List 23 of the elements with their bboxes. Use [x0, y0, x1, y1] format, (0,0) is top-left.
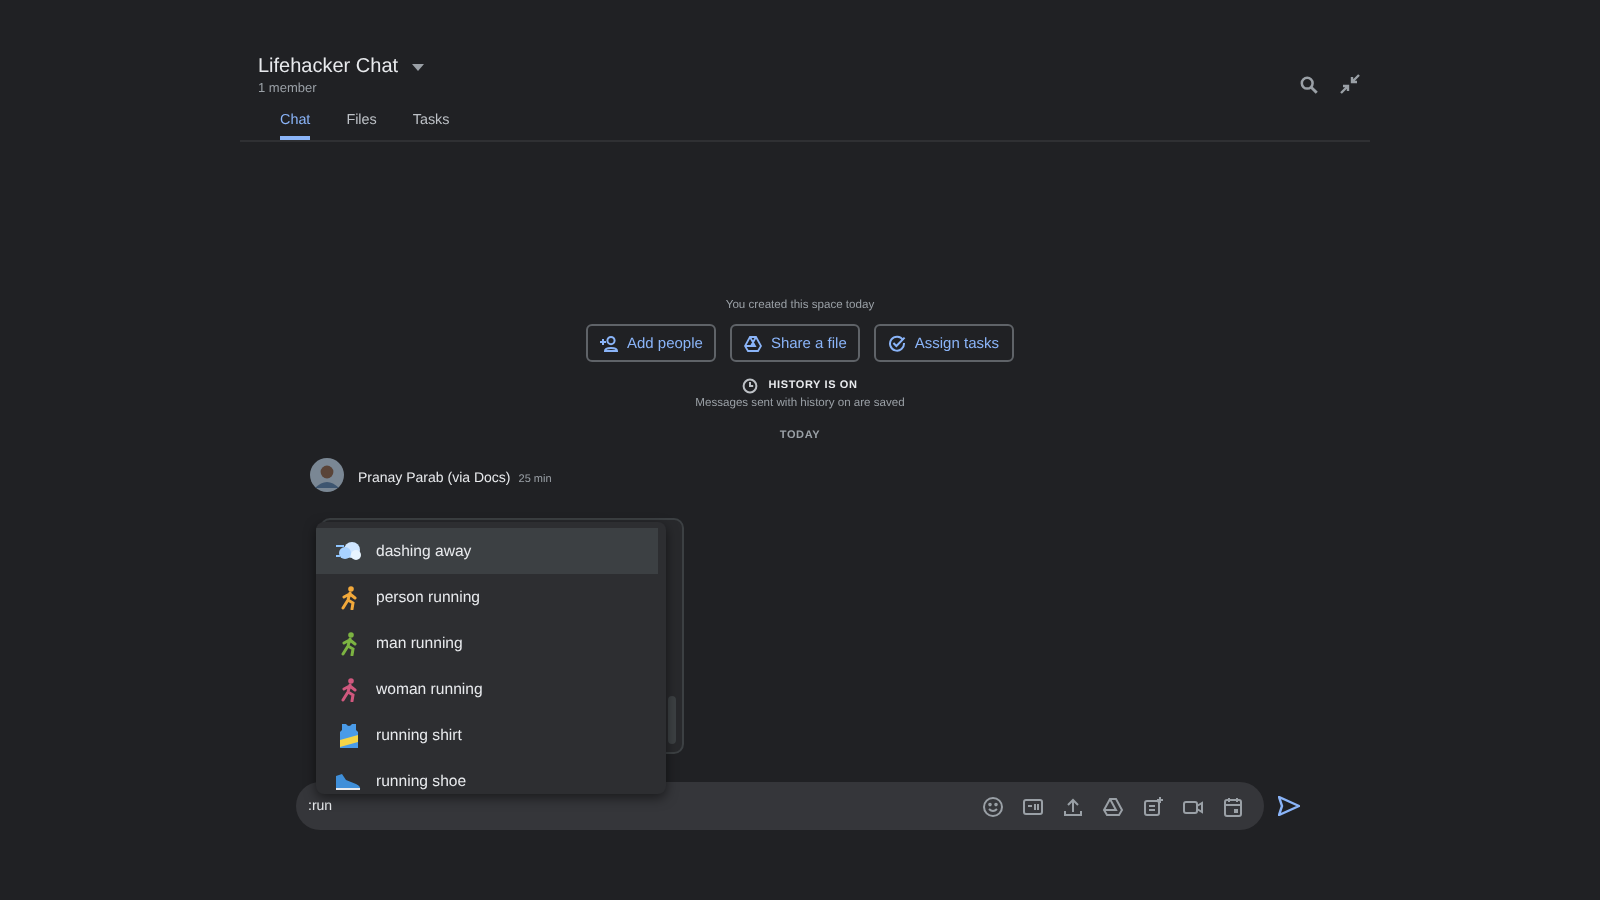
shoe-icon: [334, 771, 362, 791]
add-doc-icon[interactable]: [1142, 795, 1164, 817]
avatar: [310, 457, 344, 491]
send-icon[interactable]: [1278, 796, 1300, 816]
drive-icon: [744, 335, 763, 351]
shirt-icon: [337, 723, 359, 747]
runner-icon: [339, 585, 357, 609]
drive-icon[interactable]: [1102, 795, 1124, 817]
video-camera-icon[interactable]: [1182, 795, 1204, 817]
calendar-icon[interactable]: [1222, 795, 1244, 817]
task-check-icon: [888, 334, 907, 352]
gif-icon[interactable]: [1022, 795, 1044, 817]
caret-icon[interactable]: [412, 63, 425, 71]
collapse-icon[interactable]: [1340, 74, 1360, 94]
space-title: Lifehacker Chat: [258, 56, 399, 78]
runner-icon: [339, 631, 357, 655]
dash-cloud-icon: [335, 540, 361, 562]
runner-icon: [339, 677, 357, 701]
person-add-icon: [600, 335, 619, 351]
history-icon: [742, 378, 759, 394]
emoji-icon[interactable]: [982, 795, 1004, 817]
upload-icon[interactable]: [1062, 795, 1084, 817]
search-icon[interactable]: [1300, 75, 1318, 93]
